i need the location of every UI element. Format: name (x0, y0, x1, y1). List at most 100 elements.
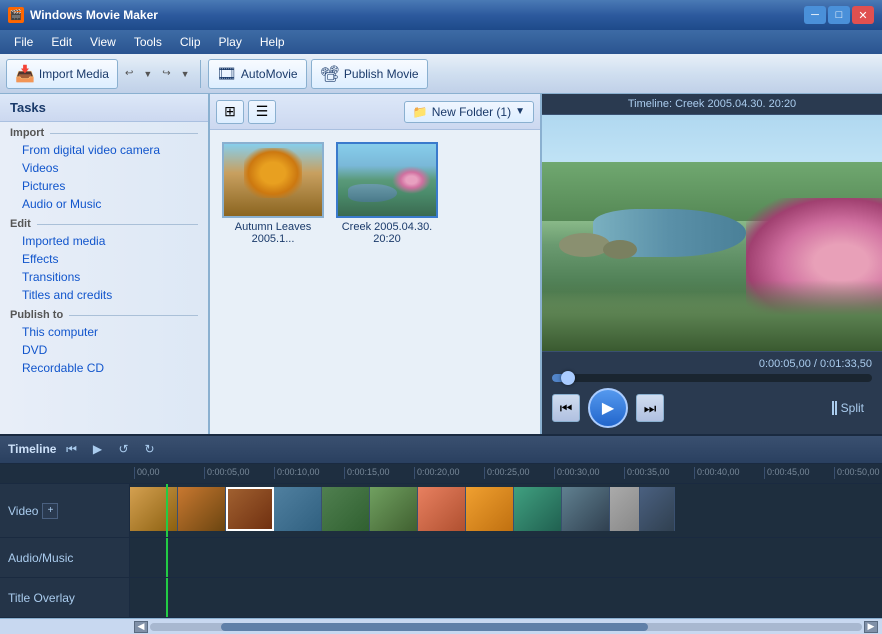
timeline-forward-button[interactable]: ↻ (138, 439, 160, 459)
progress-handle[interactable] (561, 371, 575, 385)
menu-play[interactable]: Play (211, 33, 250, 51)
undo-button[interactable]: ↩ (122, 64, 136, 83)
view-thumbnail-button[interactable]: ⊞ (216, 100, 244, 124)
menu-edit[interactable]: Edit (43, 33, 80, 51)
time-display: 0:00:05,00 / 0:01:33,50 (552, 358, 872, 370)
timeline-label: Timeline (8, 442, 56, 456)
undo-dropdown[interactable]: ▼ (140, 65, 155, 83)
menu-tools[interactable]: Tools (126, 33, 170, 51)
automovie-button[interactable]: 🎞 AutoMovie (208, 59, 307, 89)
task-from-camera[interactable]: From digital video camera (0, 141, 208, 159)
audio-track-label: Audio/Music (0, 538, 130, 577)
ruler-45: 0:00:45,00 (764, 467, 834, 479)
split-icon (832, 401, 837, 415)
video-clip-6[interactable] (370, 487, 418, 531)
ruler-30: 0:00:30,00 (554, 467, 624, 479)
title-track-content[interactable] (130, 578, 882, 617)
timeline-ruler: 00,00 0:00:05,00 0:00:10,00 0:00:15,00 0… (0, 464, 882, 484)
menu-help[interactable]: Help (252, 33, 293, 51)
automovie-icon: 🎞 (217, 64, 237, 84)
preview-area (542, 115, 882, 351)
task-dvd[interactable]: DVD (0, 341, 208, 359)
video-label-text: Video (8, 504, 38, 518)
video-clip-4[interactable] (274, 487, 322, 531)
media-item-autumn[interactable]: Autumn Leaves 2005.1... (218, 138, 328, 249)
split-label: Split (841, 401, 864, 415)
center-panel: ⊞ ☰ 📁 New Folder (1) ▼ Autumn Leaves 200… (210, 94, 542, 434)
video-clip-7[interactable] (418, 487, 466, 531)
task-imported-media[interactable]: Imported media (0, 232, 208, 250)
playback-controls: ⏮ ▶ ⏭ Split (552, 388, 872, 428)
video-track-content[interactable] (130, 484, 882, 538)
redo-dropdown[interactable]: ▼ (178, 65, 193, 83)
audio-track-row: Audio/Music (0, 538, 882, 578)
video-clip-3[interactable] (226, 487, 274, 531)
main-area: Tasks Import From digital video camera V… (0, 94, 882, 434)
minimize-button[interactable]: ─ (804, 6, 826, 24)
folder-selector[interactable]: 📁 New Folder (1) ▼ (404, 101, 534, 123)
video-clip-9[interactable] (514, 487, 562, 531)
creek-label: Creek 2005.04.30. 20:20 (336, 221, 438, 245)
close-button[interactable]: ✕ (852, 6, 874, 24)
menu-bar: File Edit View Tools Clip Play Help (0, 30, 882, 54)
task-pictures[interactable]: Pictures (0, 177, 208, 195)
scroll-right-button[interactable]: ▶ (864, 621, 878, 633)
menu-view[interactable]: View (82, 33, 124, 51)
ruler-40: 0:00:40,00 (694, 467, 764, 479)
menu-file[interactable]: File (6, 33, 41, 51)
tasks-panel: Tasks Import From digital video camera V… (0, 94, 210, 434)
ruler-marks: 00,00 0:00:05,00 0:00:10,00 0:00:15,00 0… (130, 467, 882, 479)
horizontal-scrollbar: ◀ ▶ (0, 618, 882, 634)
play-button[interactable]: ▶ (588, 388, 628, 428)
video-expand-button[interactable]: + (42, 503, 58, 519)
split-button[interactable]: Split (824, 397, 872, 419)
rewind-button[interactable]: ⏮ (552, 394, 580, 422)
toolbar-separator (200, 60, 201, 88)
redo-button[interactable]: ↪ (159, 64, 173, 83)
maximize-button[interactable]: □ (828, 6, 850, 24)
title-label-text: Title Overlay (8, 591, 75, 605)
task-effects[interactable]: Effects (0, 250, 208, 268)
task-audio[interactable]: Audio or Music (0, 195, 208, 213)
task-recordable-cd[interactable]: Recordable CD (0, 359, 208, 377)
media-item-creek[interactable]: Creek 2005.04.30. 20:20 (332, 138, 442, 249)
video-clip-12[interactable] (640, 487, 675, 531)
ruler-00: 00,00 (134, 467, 204, 479)
folder-name: New Folder (1) (432, 105, 511, 119)
title-track-row: Title Overlay (0, 578, 882, 618)
folder-dropdown-icon: ▼ (515, 106, 525, 117)
video-timeline-strip (130, 487, 675, 531)
ruler-10: 0:00:10,00 (274, 467, 344, 479)
menu-clip[interactable]: Clip (172, 33, 209, 51)
publish-movie-button[interactable]: 📽 Publish Movie (311, 59, 428, 89)
scroll-left-button[interactable]: ◀ (134, 621, 148, 633)
toolbar: 📥 Import Media ↩ ▼ ↪ ▼ 🎞 AutoMovie 📽 Pub… (0, 54, 882, 94)
audio-track-content[interactable] (130, 538, 882, 577)
publish-section-header: Publish to (0, 304, 208, 323)
title-bar-left: 🎬 Windows Movie Maker (8, 7, 158, 23)
video-clip-10[interactable] (562, 487, 610, 531)
video-clip-1[interactable] (130, 487, 178, 531)
task-titles[interactable]: Titles and credits (0, 286, 208, 304)
import-media-button[interactable]: 📥 Import Media (6, 59, 118, 89)
scroll-track[interactable] (150, 623, 862, 631)
autumn-thumbnail (222, 142, 324, 218)
timeline-rewind-button[interactable]: ↺ (112, 439, 134, 459)
video-clip-11[interactable] (610, 487, 640, 531)
center-toolbar: ⊞ ☰ 📁 New Folder (1) ▼ (210, 94, 540, 130)
fast-forward-button[interactable]: ⏭ (636, 394, 664, 422)
task-videos[interactable]: Videos (0, 159, 208, 177)
task-this-computer[interactable]: This computer (0, 323, 208, 341)
timeline-play-button[interactable]: ▶ (86, 439, 108, 459)
edit-section-header: Edit (0, 213, 208, 232)
scroll-thumb[interactable] (221, 623, 648, 631)
timeline-begin-button[interactable]: ⏮ (60, 439, 82, 459)
video-clip-8[interactable] (466, 487, 514, 531)
media-content-area: Autumn Leaves 2005.1... Creek 2005.04.30… (210, 130, 540, 434)
video-clip-2[interactable] (178, 487, 226, 531)
progress-bar[interactable] (552, 374, 872, 382)
preview-controls: 0:00:05,00 / 0:01:33,50 ⏮ ▶ ⏭ Split (542, 351, 882, 434)
video-clip-5[interactable] (322, 487, 370, 531)
task-transitions[interactable]: Transitions (0, 268, 208, 286)
view-detail-button[interactable]: ☰ (248, 100, 276, 124)
